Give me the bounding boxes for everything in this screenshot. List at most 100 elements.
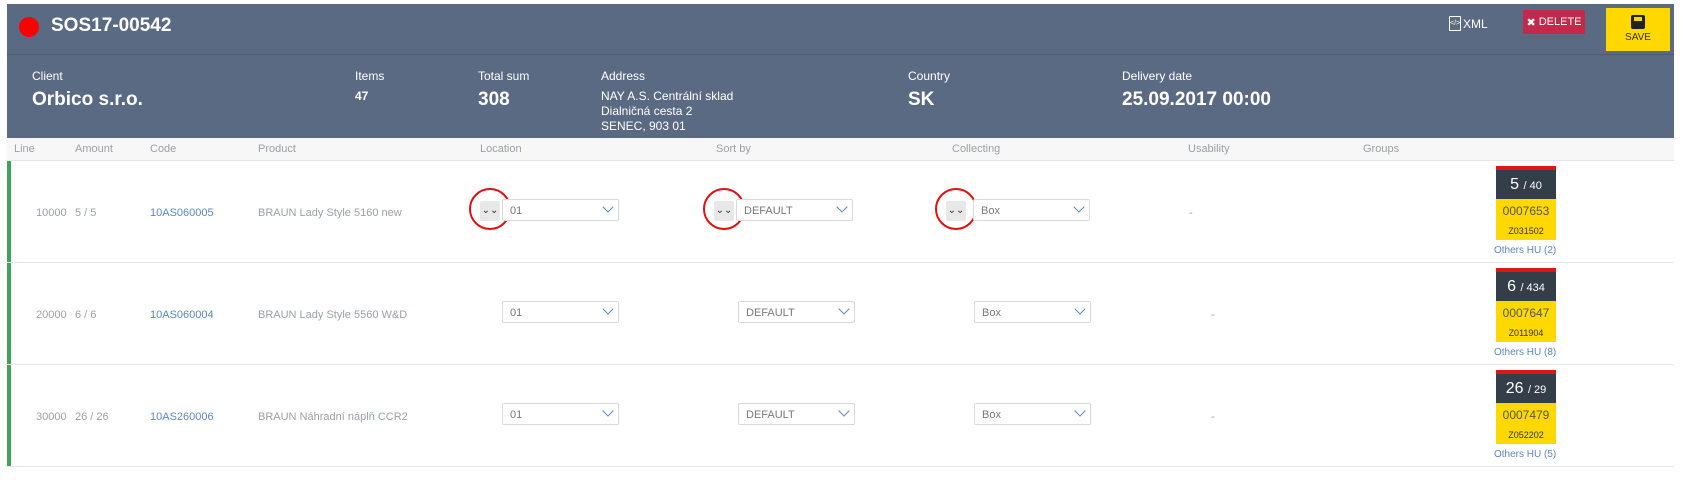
location-value: 01 (510, 205, 523, 217)
usability-value: - (1211, 411, 1215, 423)
location-select[interactable]: 01 (502, 199, 619, 221)
handling-unit-card[interactable]: 5 / 40 0007653 Z031502 (1496, 166, 1556, 240)
column-header-collecting[interactable]: Collecting (952, 143, 1000, 155)
others-hu-link[interactable]: Others HU (8) (1494, 347, 1556, 358)
hu-code: 0007479 (1502, 408, 1550, 422)
address-info: Address NAY A.S. Centrální sklad Dialnič… (601, 69, 733, 134)
items-value: 47 (355, 89, 369, 103)
collecting-select[interactable]: Box (974, 403, 1091, 425)
country-info: Country SK (908, 69, 950, 111)
hu-count: 26 (1505, 380, 1524, 397)
table-row[interactable]: 30000 26 / 26 10AS260006 BRAUN Náhradní … (7, 365, 1674, 467)
product-name: BRAUN Náhradní náplň CCR2 (258, 411, 408, 423)
delete-label: DELETE (1538, 16, 1582, 28)
chevron-down-icon (1073, 201, 1085, 213)
address-line: SENEC, 903 01 (601, 119, 686, 133)
location-select[interactable]: 01 (502, 301, 619, 323)
sort-by-select[interactable]: DEFAULT (738, 403, 855, 425)
others-hu-link[interactable]: Others HU (2) (1494, 245, 1556, 256)
sort-by-select[interactable]: DEFAULT (738, 301, 855, 323)
location-select[interactable]: 01 (502, 403, 619, 425)
sort-by-value: DEFAULT (746, 307, 795, 319)
row-active-marker (7, 365, 11, 466)
double-chevron-down-icon[interactable]: ⌄⌄ (946, 201, 966, 221)
address-line: Dialničná cesta 2 (601, 104, 693, 118)
save-label: SAVE (1625, 32, 1651, 43)
sort-by-select[interactable]: DEFAULT (736, 199, 853, 221)
location-value: 01 (510, 307, 523, 319)
order-info-bar: Client Orbico s.r.o. Items 47 Total sum … (7, 54, 1674, 139)
usability-value: - (1211, 309, 1215, 321)
status-indicator (19, 17, 39, 37)
total-sum-label: Total sum (478, 69, 530, 83)
collecting-value: Box (982, 409, 1001, 421)
chevron-down-icon (836, 201, 848, 213)
column-header-code[interactable]: Code (150, 143, 176, 155)
handling-unit-card[interactable]: 6 / 434 0007647 Z011904 (1496, 268, 1556, 342)
xml-label: XML (1463, 16, 1488, 31)
total-sum-value: 308 (478, 89, 510, 110)
order-detail-panel: SOS17-00542 </> XML ✖ DELETE SAVE Client… (7, 4, 1674, 500)
usability-value: - (1189, 207, 1193, 219)
xml-file-icon: </> (1449, 16, 1461, 31)
country-value: SK (908, 89, 935, 110)
hu-quantity: 5 / 40 (1496, 166, 1556, 199)
close-icon: ✖ (1526, 16, 1536, 29)
amount: 26 / 26 (75, 411, 109, 423)
double-chevron-down-icon[interactable]: ⌄⌄ (714, 201, 734, 221)
hu-zone: Z031502 (1508, 226, 1544, 236)
table-row[interactable]: 10000 5 / 5 10AS060005 BRAUN Lady Style … (7, 161, 1674, 263)
client-info: Client Orbico s.r.o. (32, 69, 143, 111)
table-row[interactable]: 20000 6 / 6 10AS060004 BRAUN Lady Style … (7, 263, 1674, 365)
double-chevron-down-icon[interactable]: ⌄⌄ (480, 201, 500, 221)
chevron-down-icon (838, 303, 850, 315)
hu-total: / 434 (1520, 282, 1545, 294)
table-header: Line Amount Code Product Location Sort b… (7, 138, 1674, 161)
collecting-value: Box (981, 205, 1000, 217)
floppy-disk-icon (1631, 15, 1645, 29)
collecting-select[interactable]: Box (973, 199, 1090, 221)
hu-quantity: 6 / 434 (1496, 268, 1556, 301)
column-header-amount[interactable]: Amount (75, 143, 113, 155)
total-sum-info: Total sum 308 (478, 69, 529, 111)
delete-button[interactable]: ✖ DELETE (1523, 10, 1585, 34)
column-header-sort-by[interactable]: Sort by (716, 143, 751, 155)
client-value: Orbico s.r.o. (32, 89, 143, 110)
client-label: Client (32, 69, 63, 83)
product-code-link[interactable]: 10AS260006 (150, 411, 214, 423)
delivery-date-value: 25.09.2017 00:00 (1122, 89, 1271, 110)
handling-unit-card[interactable]: 26 / 29 0007479 Z052202 (1496, 370, 1556, 444)
hu-count: 5 (1510, 176, 1520, 193)
hu-zone: Z052202 (1508, 430, 1544, 440)
hu-total: / 29 (1527, 384, 1547, 396)
chevron-down-icon (1074, 303, 1086, 315)
column-header-product[interactable]: Product (258, 143, 296, 155)
delivery-date-label: Delivery date (1122, 69, 1193, 83)
hu-quantity: 26 / 29 (1496, 370, 1556, 403)
collecting-select[interactable]: Box (974, 301, 1091, 323)
column-header-groups[interactable]: Groups (1363, 143, 1399, 155)
hu-code: 0007653 (1502, 204, 1550, 218)
amount: 6 / 6 (75, 309, 97, 321)
column-header-line[interactable]: Line (14, 143, 35, 155)
sort-by-value: DEFAULT (744, 205, 793, 217)
save-button[interactable]: SAVE (1606, 8, 1670, 51)
product-code-link[interactable]: 10AS060005 (150, 207, 214, 219)
hu-count: 6 (1507, 278, 1516, 295)
column-header-location[interactable]: Location (480, 143, 522, 155)
chevron-down-icon (1074, 405, 1086, 417)
hu-total: / 40 (1523, 180, 1542, 192)
row-active-marker (7, 161, 11, 262)
line-number: 10000 (36, 207, 67, 219)
product-code-link[interactable]: 10AS060004 (150, 309, 214, 321)
chevron-down-icon (602, 201, 614, 213)
others-hu-link[interactable]: Others HU (5) (1494, 449, 1556, 460)
items-label: Items (355, 69, 385, 83)
chevron-down-icon (602, 405, 614, 417)
header-bar: SOS17-00542 </> XML ✖ DELETE SAVE (7, 4, 1674, 54)
column-header-usability[interactable]: Usability (1188, 143, 1230, 155)
hu-code: 0007647 (1502, 306, 1550, 320)
sort-by-value: DEFAULT (746, 409, 795, 421)
delivery-date-info: Delivery date 25.09.2017 00:00 (1122, 69, 1271, 111)
xml-export-button[interactable]: </> XML (1449, 16, 1488, 31)
